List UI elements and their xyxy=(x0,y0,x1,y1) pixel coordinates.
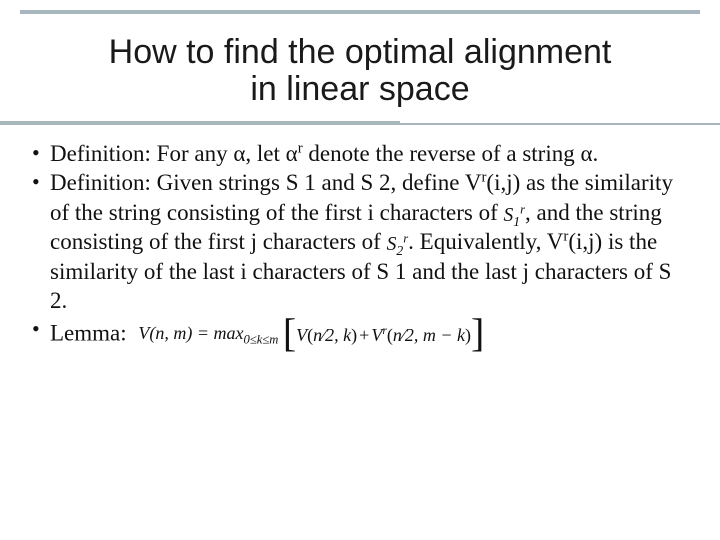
bullet-3: Lemma: V(n, m) = max0≤k≤m [ V(n⁄2, k) + … xyxy=(32,315,688,355)
num: n xyxy=(393,325,402,345)
V: V xyxy=(296,325,307,345)
top-rule xyxy=(20,10,700,14)
bullet-2: Definition: Given strings S 1 and S 2, d… xyxy=(32,168,688,315)
lemma-term-1: V(n⁄2, k) xyxy=(296,324,357,347)
content-area: Definition: For any α, let αr denote the… xyxy=(0,119,720,356)
num: n xyxy=(313,325,322,345)
math-s2r: S2r xyxy=(387,234,409,255)
plus: + xyxy=(359,324,369,347)
lemma-term-2: Vr(n⁄2, m − k) xyxy=(371,324,471,347)
slide: How to find the optimal alignment in lin… xyxy=(0,10,720,540)
text: denote the reverse of a string α. xyxy=(303,141,599,166)
left-bracket: [ xyxy=(283,313,296,353)
text: Definition: For any α, let α xyxy=(50,141,298,166)
title-line-2: in linear space xyxy=(250,70,469,108)
title-underline-accent xyxy=(0,121,400,125)
den: 2 xyxy=(325,325,334,345)
right-bracket: ] xyxy=(471,313,484,353)
lemma-label: Lemma: xyxy=(50,321,127,346)
bullet-1: Definition: For any α, let αr denote the… xyxy=(32,139,688,168)
text: Definition: Given strings S 1 and S 2, d… xyxy=(50,170,481,195)
argk: , k xyxy=(334,325,351,345)
lemma-equation: V(n, m) = max0≤k≤m [ V(n⁄2, k) + Vr(n⁄2,… xyxy=(138,315,484,355)
title-line-1: How to find the optimal alignment xyxy=(109,33,612,71)
Vr: V xyxy=(371,325,382,345)
den: 2 xyxy=(405,325,414,345)
title-area: How to find the optimal alignment in lin… xyxy=(20,16,700,119)
lemma-bracket: [ V(n⁄2, k) + Vr(n⁄2, m − k) ] xyxy=(283,315,485,355)
text: . Equivalently, V xyxy=(408,229,563,254)
slide-title: How to find the optimal alignment in lin… xyxy=(20,34,700,109)
bullet-list: Definition: For any α, let αr denote the… xyxy=(32,139,688,356)
lemma-lhs: V(n, m) = max xyxy=(138,324,243,344)
lemma-sub: 0≤k≤m xyxy=(244,333,279,347)
math-s1r: S1r xyxy=(504,205,526,226)
argk: , m − k xyxy=(414,325,465,345)
